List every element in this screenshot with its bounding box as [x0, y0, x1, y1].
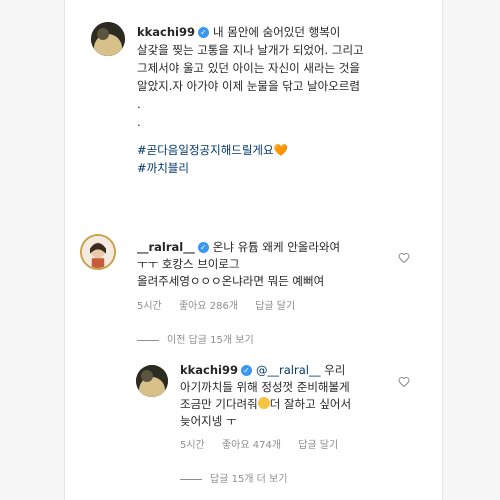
- commenter-username[interactable]: __ralral__: [137, 240, 195, 254]
- comment-first-line: __ralral__ ✓ 온냐 유튭 왜케 안올라와여: [137, 240, 340, 255]
- view-previous-replies[interactable]: 이전 답글 15개 보기: [137, 331, 254, 346]
- comment-reply-button[interactable]: 답글 달기: [255, 301, 295, 312]
- verified-badge-icon: ✓: [198, 27, 210, 38]
- divider-dash: [137, 339, 159, 341]
- commenter-avatar[interactable]: [80, 234, 116, 270]
- view-previous-replies-label: 이전 답글 15개 보기: [167, 335, 254, 346]
- comment-text-2: ㅜㅜ 호캉스 브이로그: [137, 257, 240, 271]
- smile-emoji: [257, 397, 270, 409]
- caption-dot-2: .: [137, 115, 141, 129]
- caption-first-line: kkachi99 ✓ 내 몸안에 숨어있던 행복이: [137, 25, 340, 40]
- like-heart-icon[interactable]: [398, 376, 410, 388]
- caption-text-2: 살갗을 찢는 고통을 지나 날개가 되었어. 그리고: [137, 43, 364, 57]
- reply-mention[interactable]: @__ralral__: [256, 363, 320, 377]
- author-username[interactable]: kkachi99: [137, 25, 195, 39]
- reply-text-1: 우리: [324, 363, 346, 377]
- reply-text-3b: 더 잘하고 싶어서: [269, 397, 352, 411]
- hashtag-line-1: #곧다음일정공지해드릴게요🧡: [137, 143, 288, 158]
- reply-reply-button[interactable]: 답글 달기: [298, 440, 338, 451]
- verified-badge-icon: ✓: [241, 365, 253, 376]
- view-more-replies[interactable]: 답글 15개 더 보기: [180, 470, 287, 485]
- author-avatar[interactable]: [91, 22, 125, 56]
- comment-meta: 5시간 좋아요 286개 답글 달기: [137, 297, 309, 312]
- comment-text-1: 온냐 유튭 왜케 안올라와여: [212, 240, 341, 254]
- reply-text-3a: 조금만 기다려줘: [180, 397, 258, 411]
- orange-heart-emoji: 🧡: [273, 143, 288, 157]
- comment-time: 5시간: [137, 301, 162, 312]
- reply-likes[interactable]: 좋아요 474개: [222, 440, 281, 451]
- comment-text-3: 올려주세영ㅇㅇㅇ온냐라면 뭐든 예뻐여: [137, 274, 325, 288]
- reply-text-4: 늦어지넹 ㅜ: [180, 414, 237, 428]
- reply-username[interactable]: kkachi99: [180, 363, 238, 377]
- reply-time: 5시간: [180, 440, 205, 451]
- reply-author-avatar[interactable]: [136, 365, 168, 397]
- caption-text-4: 알았지.자 아가야 이제 눈물을 닦고 날아오르렴: [137, 79, 360, 93]
- reply-text-3: 조금만 기다려줘 더 잘하고 싶어서: [180, 397, 351, 412]
- caption-text-3: 그제서야 울고 있던 아이는 자신이 새라는 것을: [137, 61, 360, 75]
- divider-dash: [180, 478, 202, 480]
- reply-first-line: kkachi99 ✓ @__ralral__ 우리: [180, 363, 345, 378]
- hashtag-link-1[interactable]: #곧다음일정공지해드릴게요: [137, 143, 274, 157]
- reply-text-2: 아기까치들 위해 정성껏 준비해볼게: [180, 380, 350, 394]
- caption-dot-1: .: [137, 97, 141, 111]
- hashtag-line-2: #까치블리: [137, 161, 189, 176]
- view-more-replies-label: 답글 15개 더 보기: [210, 474, 288, 485]
- like-heart-icon[interactable]: [398, 252, 410, 264]
- hashtag-link-2[interactable]: #까치블리: [137, 161, 189, 175]
- comment-likes[interactable]: 좋아요 286개: [179, 301, 238, 312]
- reply-meta: 5시간 좋아요 474개 답글 달기: [180, 436, 352, 451]
- caption-text-1: 내 몸안에 숨어있던 행복이: [213, 25, 341, 39]
- verified-badge-icon: ✓: [197, 242, 209, 253]
